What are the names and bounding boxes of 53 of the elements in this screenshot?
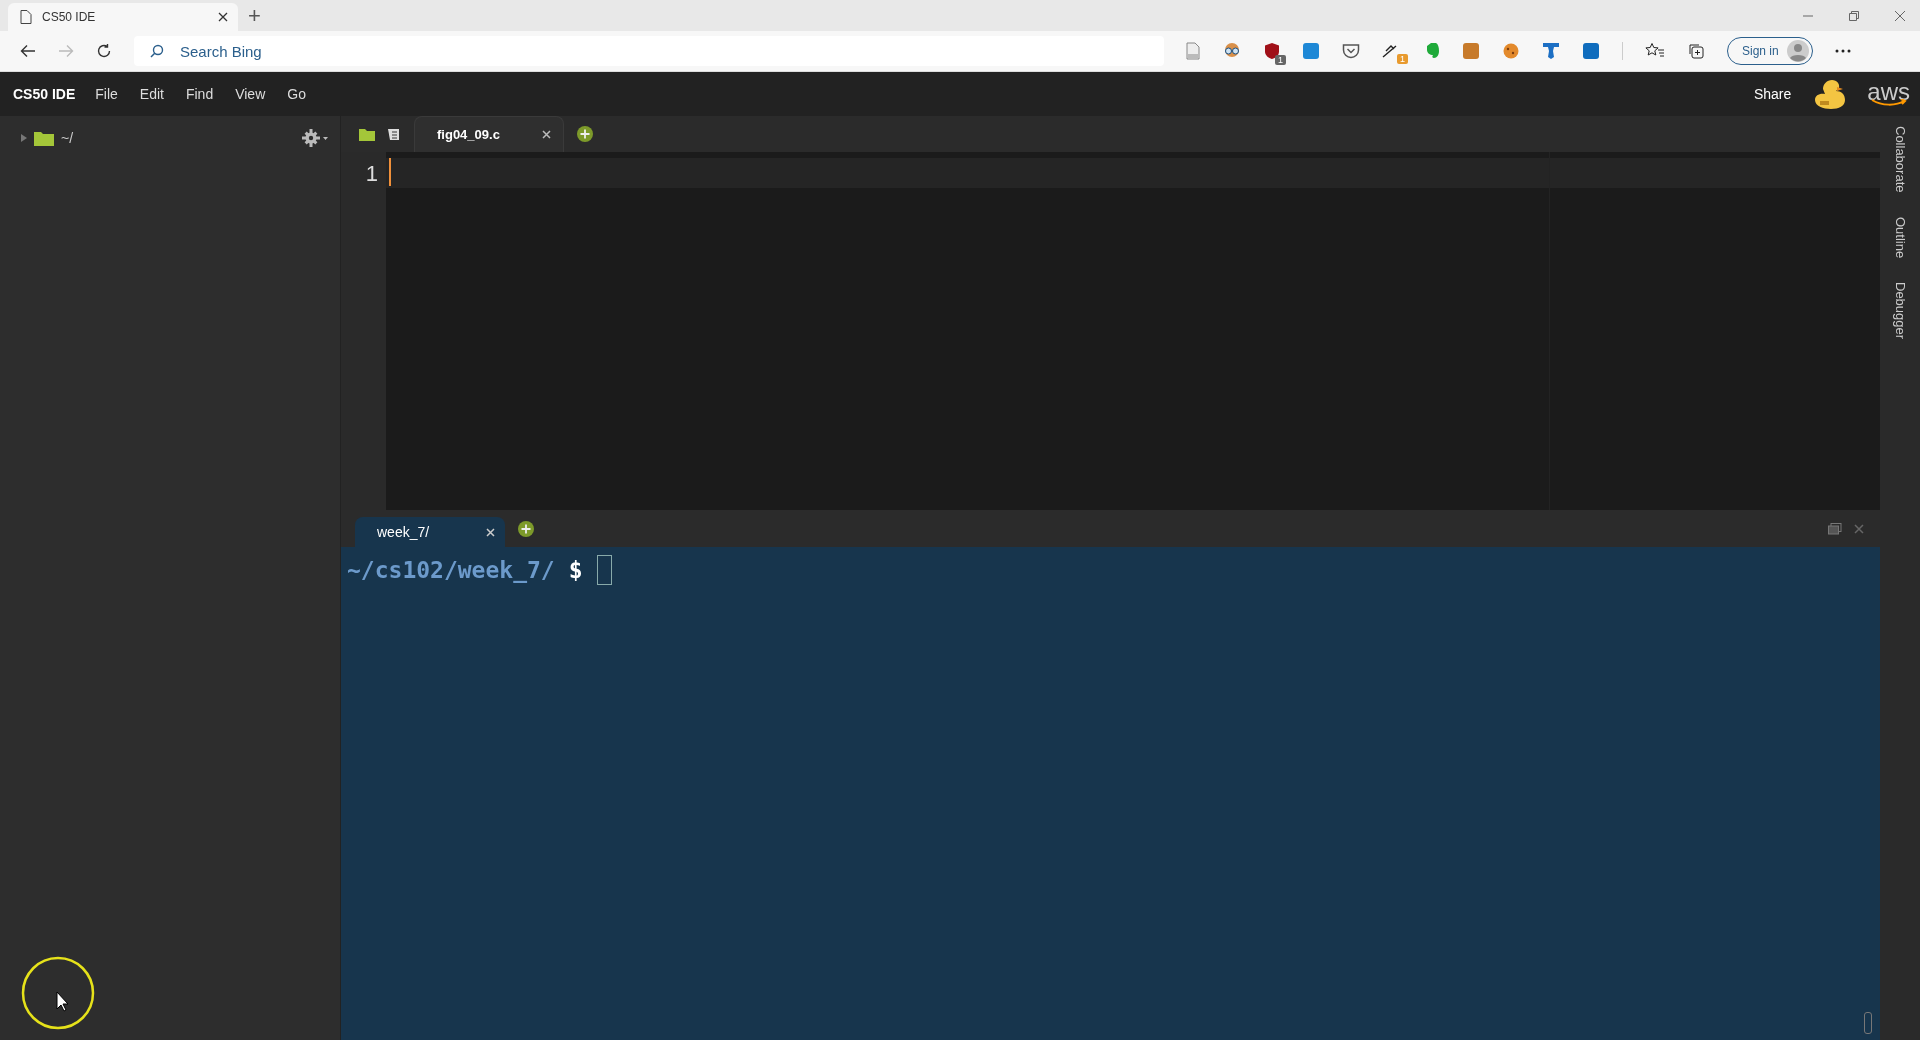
glasses-icon[interactable] [1222,42,1242,60]
refresh-icon[interactable] [96,43,112,59]
panel-tab[interactable]: Outline [1892,216,1908,258]
editor-tab[interactable]: fig04_09.c [414,116,564,152]
prompt-symbol: $ [568,557,583,583]
back-icon[interactable] [20,44,36,58]
add-tab-icon[interactable] [576,125,594,143]
text-cursor [389,158,391,186]
restore-icon[interactable] [1848,9,1860,22]
scrollbar-thumb[interactable] [1864,1012,1872,1034]
menu-item[interactable]: Find [185,86,214,102]
terminal-tab[interactable]: week_7/ [355,517,505,547]
extension-icon[interactable] [1462,42,1480,60]
prompt-path: ~/cs102/week_7/ [347,557,555,583]
menu-item[interactable]: File [95,86,118,102]
favorites-icon[interactable] [1645,42,1665,60]
collections-icon[interactable] [1687,42,1705,60]
cursor-highlight-icon [21,956,95,1030]
aws-logo[interactable]: aws [1867,81,1910,107]
expand-arrow-icon[interactable] [20,134,27,142]
share-button[interactable]: Share [1753,86,1792,102]
folder-icon[interactable] [359,127,375,141]
tree-item[interactable]: ~/ [20,130,74,146]
menu-item[interactable]: Go [287,86,306,102]
page-icon [20,10,32,24]
add-tab-icon[interactable] [517,519,535,538]
outline-icon[interactable] [387,127,402,141]
extension-icon[interactable] [1302,42,1320,60]
folder-icon [34,130,54,146]
search-field[interactable]: Search Bing [134,36,1164,66]
terminal-cursor [596,555,612,585]
close-icon[interactable] [542,130,551,139]
count-badge: 1 [1275,55,1286,65]
cookie-icon[interactable] [1502,42,1520,60]
pocket-icon[interactable] [1342,43,1360,59]
settings-icon[interactable] [302,129,328,147]
avatar-icon [1786,40,1809,62]
app-title: CS50 IDE [13,86,76,102]
new-tab-button[interactable]: + [248,4,261,28]
panel-tab[interactable]: Collaborate [1892,126,1908,193]
browser-tab[interactable]: CS50 IDE [8,3,238,31]
menu-item[interactable]: Edit [139,86,164,102]
tie-icon[interactable] [1542,42,1560,60]
tab-title: CS50 IDE [42,10,97,24]
panel-tab[interactable]: Debugger [1892,281,1908,339]
shield-icon[interactable] [1264,42,1280,60]
line-number: 1 [365,160,378,188]
extension-icon[interactable] [1582,42,1600,60]
count-badge: 1 [1397,54,1408,64]
menu-item[interactable]: View [235,86,266,102]
maximize-icon[interactable] [1828,522,1842,535]
more-icon[interactable] [1834,49,1851,53]
close-icon[interactable] [218,12,228,22]
